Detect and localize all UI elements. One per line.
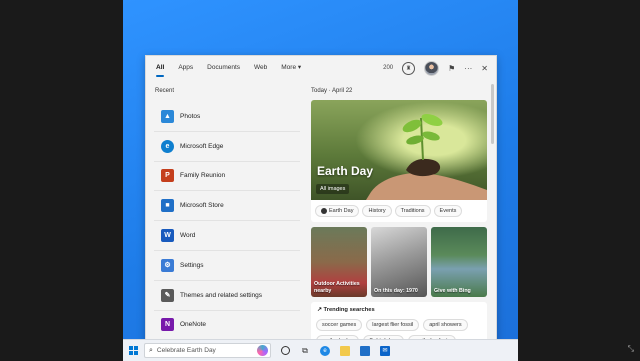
- tab-web[interactable]: Web: [247, 56, 274, 80]
- list-item-label: Word: [180, 232, 196, 240]
- list-item[interactable]: P Family Reunion: [154, 162, 300, 192]
- powerpoint-icon: P: [161, 169, 174, 183]
- list-item-label: Microsoft Edge: [180, 142, 224, 150]
- store-icon: ■: [161, 199, 174, 213]
- today-label: Today: [311, 88, 328, 94]
- earth-day-hero-card[interactable]: Earth Day All images: [311, 100, 487, 200]
- close-icon[interactable]: ✕: [481, 64, 488, 73]
- cortana-icon[interactable]: [281, 346, 290, 355]
- recent-list: ▲ Photos e Microsoft Edge P Family Reunion …: [154, 102, 300, 339]
- search-tabs-bar: All Apps Documents Web More ▾ 200 ♜ ⚑ ··…: [146, 56, 496, 80]
- list-item[interactable]: W Word: [154, 221, 300, 251]
- trending-heading: ↗ Trending searches: [317, 307, 375, 313]
- trending-icon: ↗: [317, 307, 322, 313]
- settings-icon: ⚙: [161, 258, 174, 272]
- chevron-down-icon: ▾: [297, 64, 302, 71]
- onenote-icon: N: [161, 318, 174, 332]
- more-options-icon[interactable]: ···: [464, 64, 472, 73]
- list-item[interactable]: N OneNote: [154, 311, 300, 340]
- edge-taskbar-icon[interactable]: e: [320, 345, 330, 356]
- top-right-controls: 200 ♜ ⚑ ··· ✕: [383, 56, 488, 80]
- trending-chip[interactable]: april showers: [423, 319, 468, 331]
- mail-icon[interactable]: ✉: [380, 345, 390, 356]
- recent-section: Recent ▲ Photos e Microsoft Edge P Family R…: [146, 80, 306, 344]
- all-images-button[interactable]: All images: [316, 184, 350, 194]
- tab-more[interactable]: More ▾: [274, 56, 308, 80]
- store-taskbar-icon[interactable]: [360, 345, 370, 356]
- today-section: Today · April 22 Earth Day All images Ea…: [309, 80, 489, 344]
- list-item-label: Family Reunion: [180, 172, 226, 180]
- bing-icon[interactable]: [257, 345, 268, 356]
- list-item[interactable]: ■ Microsoft Store: [154, 191, 300, 222]
- list-item-label: Photos: [180, 112, 201, 120]
- list-item-label: Microsoft Store: [180, 202, 224, 210]
- today-date-heading: Today · April 22: [311, 88, 352, 94]
- themes-icon: ✎: [161, 288, 174, 302]
- hero-title: Earth Day: [317, 164, 374, 178]
- chip-earth-day[interactable]: Earth Day: [315, 205, 360, 217]
- globe-icon: [321, 208, 327, 214]
- list-item-label: OneNote: [180, 321, 207, 329]
- list-item-label: Themes and related settings: [180, 291, 263, 299]
- expand-icon[interactable]: ⤡: [628, 344, 634, 354]
- card-outdoor-activities[interactable]: Outdoor Activities nearby: [311, 227, 367, 297]
- scrollbar[interactable]: [491, 84, 494, 144]
- edge-icon: e: [161, 139, 174, 153]
- tab-apps[interactable]: Apps: [171, 56, 200, 80]
- list-item-label: Settings: [180, 261, 204, 269]
- card-label: On this day: 1970: [374, 287, 418, 294]
- chip-traditions[interactable]: Traditions: [394, 205, 431, 217]
- search-panel: All Apps Documents Web More ▾ 200 ♜ ⚑ ··…: [145, 55, 497, 345]
- chip-history[interactable]: History: [362, 205, 392, 217]
- search-icon: ⌕: [149, 346, 153, 354]
- taskbar-search-box[interactable]: ⌕ Celebrate Earth Day: [144, 343, 271, 358]
- tab-documents[interactable]: Documents: [200, 56, 247, 80]
- feedback-icon[interactable]: ⚑: [448, 64, 455, 73]
- chip-label: Earth Day: [329, 208, 354, 214]
- list-item[interactable]: ▲ Photos: [154, 102, 300, 132]
- recent-heading: Recent: [155, 88, 175, 94]
- taskbar: ⌕ Celebrate Earth Day ⧉ e ✉: [123, 339, 518, 361]
- list-item[interactable]: ⚙ Settings: [154, 251, 300, 281]
- feature-cards: Outdoor Activities nearby On this day: 1…: [311, 227, 487, 297]
- trending-chip[interactable]: soccer games: [316, 319, 363, 331]
- list-item[interactable]: ✎ Themes and related settings: [154, 281, 300, 311]
- taskbar-apps: ⧉ e ✉: [281, 345, 390, 356]
- tab-more-label: More: [281, 64, 297, 71]
- trophy-icon[interactable]: ♜: [402, 61, 416, 75]
- windows-start-icon[interactable]: [129, 346, 138, 355]
- task-view-icon[interactable]: ⧉: [300, 346, 310, 356]
- today-date: April 22: [332, 88, 353, 94]
- search-input[interactable]: Celebrate Earth Day: [157, 347, 216, 354]
- card-label: Outdoor Activities nearby: [314, 281, 360, 294]
- word-icon: W: [161, 229, 174, 243]
- rewards-points: 200: [383, 65, 394, 71]
- card-on-this-day[interactable]: On this day: 1970: [371, 227, 427, 297]
- date-separator: ·: [328, 88, 331, 94]
- list-item[interactable]: e Microsoft Edge: [154, 132, 300, 162]
- card-label: Give with Bing: [434, 287, 471, 294]
- trending-chip[interactable]: largest flier fossil: [366, 319, 420, 331]
- photos-icon: ▲: [161, 109, 174, 123]
- tab-all[interactable]: All: [149, 56, 171, 80]
- chip-events[interactable]: Events: [433, 205, 463, 217]
- file-explorer-icon[interactable]: [340, 345, 350, 356]
- hero-chips: Earth Day History Traditions Events: [311, 200, 487, 222]
- trending-title: Trending searches: [323, 307, 375, 313]
- card-give-with-bing[interactable]: Give with Bing: [431, 227, 487, 297]
- avatar[interactable]: [424, 60, 440, 76]
